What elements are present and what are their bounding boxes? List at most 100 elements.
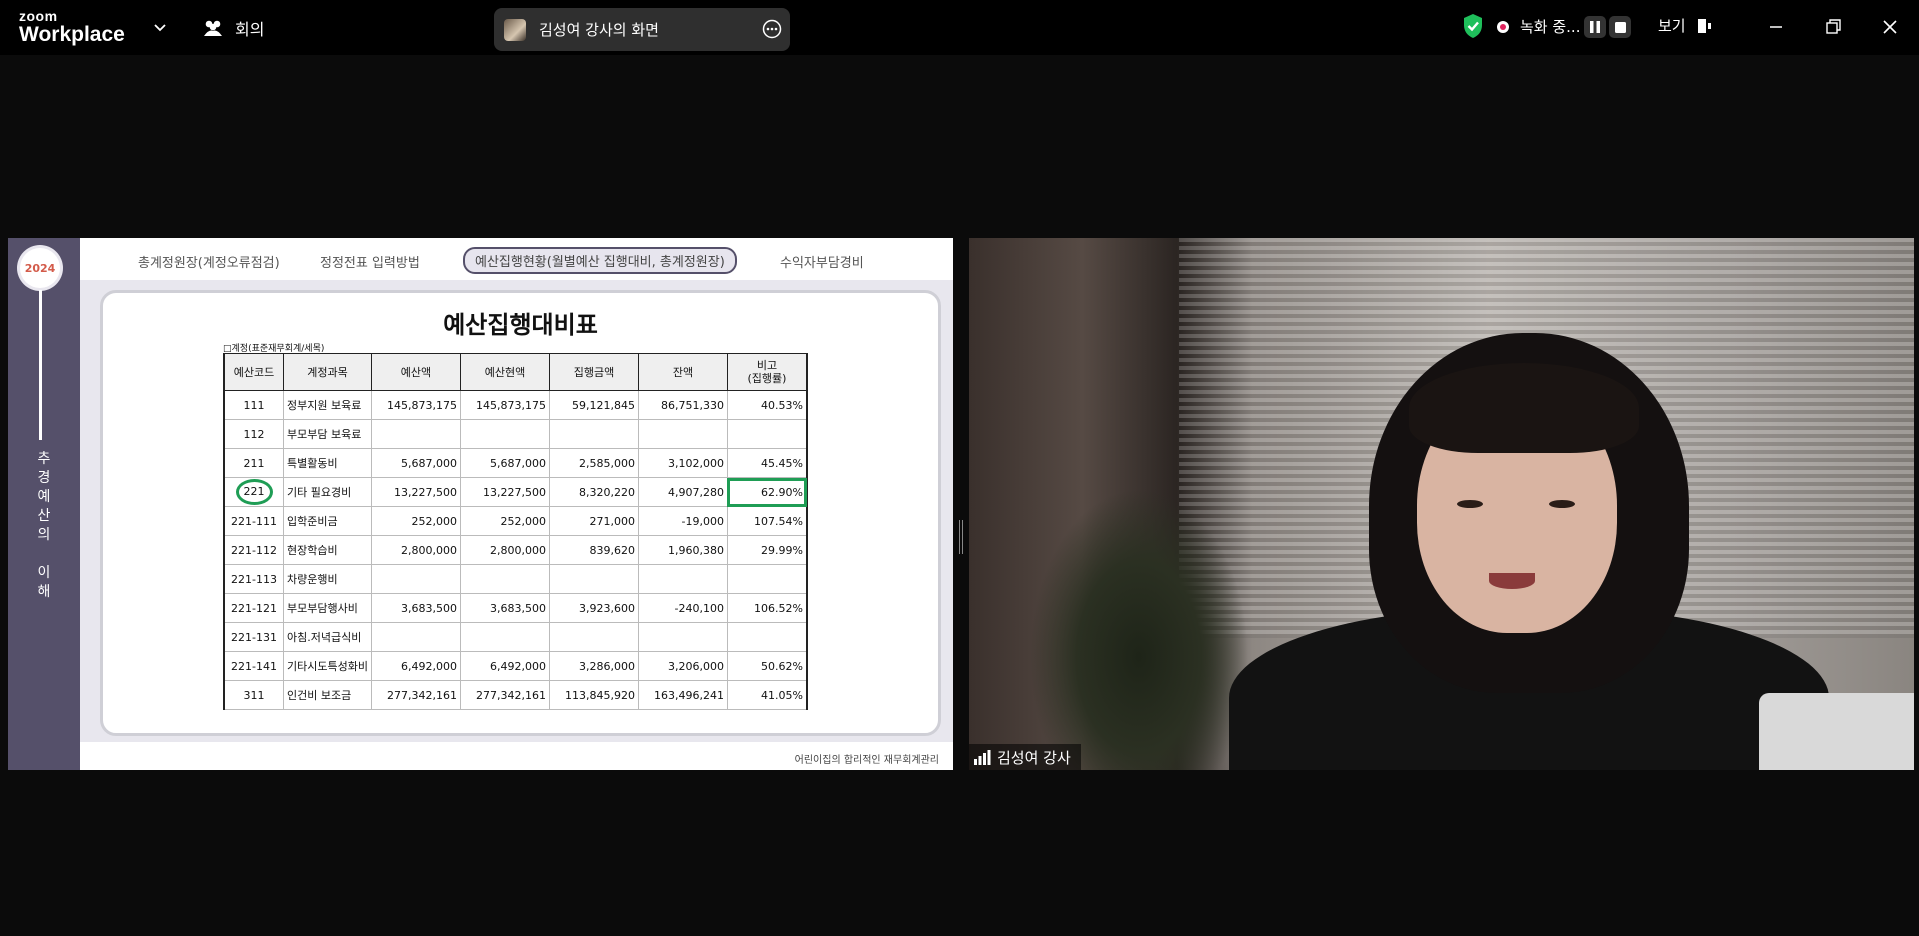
table-cell: 221-131 [223, 622, 284, 652]
table-cell [726, 564, 808, 594]
table-cell: 인건비 보조금 [283, 680, 372, 710]
person-fringe [1409, 363, 1639, 453]
table-cell [548, 622, 639, 652]
table-cell: 현장학습비 [283, 535, 372, 565]
slide-title: 예산집행대비표 [443, 311, 598, 339]
pause-icon [1590, 21, 1600, 33]
table-cell: 111 [223, 390, 284, 420]
restore-icon[interactable] [1820, 14, 1846, 40]
col-header: 비고 (집행률) [726, 353, 808, 391]
table-cell: 221-141 [223, 651, 284, 681]
footer-text: 어린이집의 합리적인 재무회계관리 [794, 755, 939, 766]
shared-screen: 2024 추 경 예 산 의 이 해 총계정원장(계정오류점검) 정정전표 입력… [8, 238, 953, 770]
pause-recording-button[interactable] [1584, 16, 1606, 38]
table-row: 221-113 차량운행비 [223, 564, 808, 594]
participants-icon [204, 20, 222, 36]
table-cell: 29.99% [726, 535, 808, 565]
table-cell [548, 419, 639, 449]
table-cell [726, 419, 808, 449]
view-menu[interactable]: 보기 [1658, 15, 1686, 36]
table-cell: 252,000 [370, 506, 461, 536]
table-cell [637, 622, 728, 652]
slide-content: 예산집행대비표 □계정(표준재무회계/세목) 예산코드 계정과목 예산액 예산현… [80, 280, 953, 742]
table-cell [548, 564, 639, 594]
table-cell: 59,121,845 [548, 390, 639, 420]
table-row: 221-141 기타시도특성화비 6,492,000 6,492,000 3,286,0… [223, 651, 808, 681]
col-header: 잔액 [637, 353, 728, 391]
table-cell [370, 419, 461, 449]
plant [1029, 488, 1249, 770]
table-cell: 2,585,000 [548, 448, 639, 478]
table-cell: 145,873,175 [370, 390, 461, 420]
col-header: 예산현액 [459, 353, 550, 391]
table-cell: 4,907,280 [637, 477, 728, 507]
table-cell: 아침.저녁급식비 [283, 622, 372, 652]
col-header: 계정과목 [283, 353, 372, 391]
recording-status: 녹화 중... [1520, 18, 1581, 36]
close-icon[interactable] [1877, 14, 1903, 40]
table-cell: 6,492,000 [459, 651, 550, 681]
view-layout-icon[interactable] [1698, 19, 1712, 33]
table-row: 221-121 부모부담행사비 3,683,500 3,683,500 3,923,60… [223, 593, 808, 623]
stop-recording-button[interactable] [1609, 16, 1631, 38]
table-cell: 145,873,175 [459, 390, 550, 420]
table-row: 111 정부지원 보육료 145,873,175 145,873,175 59,121,… [223, 390, 808, 420]
table-cell: 기타시도특성화비 [283, 651, 372, 681]
slide-nav-item: 정정전표 입력방법 [320, 256, 420, 271]
table-cell: 221-121 [223, 593, 284, 623]
brand-small: zoom [19, 8, 58, 24]
table-cell: 163,496,241 [637, 680, 728, 710]
table-header-row: 예산코드 계정과목 예산액 예산현액 집행금액 잔액 비고 (집행률) [223, 353, 808, 391]
table-cell: 8,320,220 [548, 477, 639, 507]
slide-nav-item-active: 예산집행현황(월별예산 집행대비, 총계정원장) [463, 247, 737, 274]
more-options-icon[interactable] [762, 19, 782, 39]
encryption-shield-icon[interactable] [1462, 13, 1484, 39]
table-cell: 6,492,000 [370, 651, 461, 681]
table-cell: 부모부담행사비 [283, 593, 372, 623]
table-cell: 정부지원 보육료 [283, 390, 372, 420]
table-cell: 277,342,161 [370, 680, 461, 710]
table-cell: 3,683,500 [370, 593, 461, 623]
sidebar-line [39, 290, 42, 440]
slide-sidebar: 2024 추 경 예 산 의 이 해 [8, 238, 80, 770]
screen-share-indicator[interactable]: 김성여 강사의 화면 [494, 8, 790, 51]
table-cell: 839,620 [548, 535, 639, 565]
table-cell [726, 622, 808, 652]
presenter-avatar [504, 18, 526, 41]
table-cell: 106.52% [726, 593, 808, 623]
table-card: 예산집행대비표 □계정(표준재무회계/세목) 예산코드 계정과목 예산액 예산현… [100, 290, 941, 736]
minimize-icon[interactable] [1763, 14, 1789, 40]
table-cell: 40.53% [726, 390, 808, 420]
meeting-menu[interactable]: 회의 [202, 16, 264, 40]
table-cell: 271,000 [548, 506, 639, 536]
table-cell: 기타 필요경비 [283, 477, 372, 507]
budget-table: 예산코드 계정과목 예산액 예산현액 집행금액 잔액 비고 (집행률) 111 정… [223, 353, 808, 710]
share-label: 김성여 강사의 화면 [539, 21, 659, 39]
table-cell: 5,687,000 [370, 448, 461, 478]
slide-nav: 총계정원장(계정오류점검) 정정전표 입력방법 예산집행현황(월별예산 집행대비… [80, 238, 953, 280]
table-cell: 특별활동비 [283, 448, 372, 478]
table-cell: 277,342,161 [459, 680, 550, 710]
table-cell: 입학준비금 [283, 506, 372, 536]
table-cell: 3,102,000 [637, 448, 728, 478]
signal-strength-icon [974, 750, 991, 765]
participant-video[interactable]: 김성여 강사 [969, 238, 1914, 770]
table-cell [459, 564, 550, 594]
table-cell: 221-112 [223, 535, 284, 565]
table-cell: 3,286,000 [548, 651, 639, 681]
table-cell: -240,100 [637, 593, 728, 623]
zoom-logo: zoom Workplace [19, 9, 125, 45]
stop-icon [1614, 21, 1626, 33]
table-row: 311 인건비 보조금 277,342,161 277,342,161 113,845,… [223, 680, 808, 710]
splitter-handle[interactable] [958, 520, 964, 554]
table-cell: 1,960,380 [637, 535, 728, 565]
table-cell: 41.05% [726, 680, 808, 710]
highlight-circle: 221 [235, 479, 273, 505]
chevron-down-icon[interactable] [152, 19, 168, 35]
slide-nav-item: 수익자부담경비 [780, 256, 864, 271]
col-header: 집행금액 [548, 353, 639, 391]
top-bar: zoom Workplace 회의 김성여 강사의 화면 녹화 중... 보기 [0, 0, 1919, 55]
year-badge: 2024 [20, 248, 60, 288]
table-cell [370, 564, 461, 594]
table-cell: 221-113 [223, 564, 284, 594]
